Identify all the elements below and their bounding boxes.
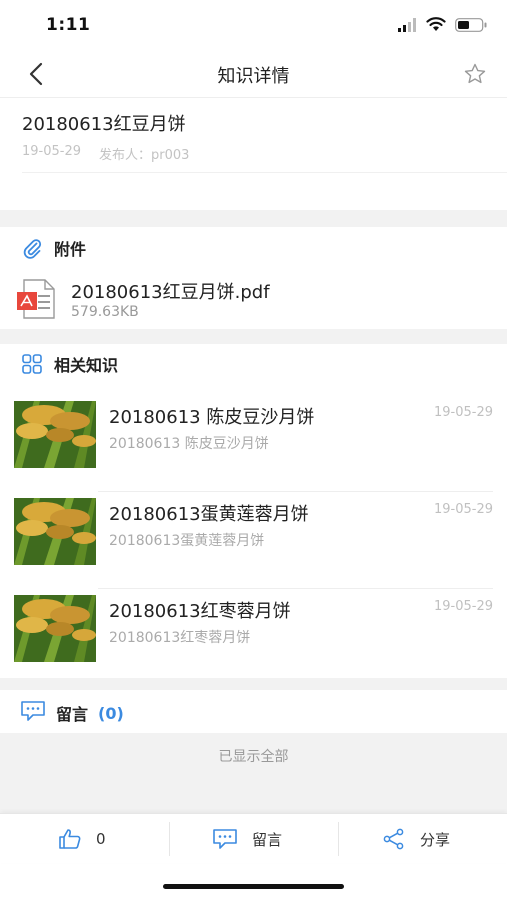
related-title: 20180613红枣蓉月饼 [109,601,291,622]
attachments-header: 附件 [20,236,86,260]
grid-icon [20,352,44,376]
related-subtitle: 20180613红枣蓉月饼 [109,630,251,646]
divider [338,822,339,856]
related-date: 19-05-29 [433,599,493,614]
thumbs-up-icon [59,829,81,849]
attachment-name: 20180613红豆月饼.pdf [71,282,270,303]
related-header: 相关知识 [20,352,118,376]
pdf-icon [17,279,55,319]
related-date: 19-05-29 [433,502,493,517]
related-subtitle: 20180613 陈皮豆沙月饼 [109,436,269,452]
star-icon [464,63,486,84]
share-icon [383,828,404,850]
comments-heading: 留言 [56,705,89,724]
related-item[interactable]: 20180613蛋黄莲蓉月饼 20180613蛋黄莲蓉月饼 19-05-29 [0,492,507,589]
related-thumbnail [14,595,96,662]
related-date: 19-05-29 [433,405,493,420]
signal-icon [398,18,416,32]
related-item[interactable]: 20180613红枣蓉月饼 20180613红枣蓉月饼 19-05-29 [0,589,507,686]
attachment-size: 579.63KB [71,304,139,320]
section-gap [0,329,507,344]
section-gap [0,678,507,690]
nav-bar: 知识详情 [0,50,507,98]
wifi-icon [426,17,446,31]
share-button[interactable]: 分享 [382,814,450,864]
related-title: 20180613 陈皮豆沙月饼 [109,407,315,428]
article-publisher: 发布人：pr003 [99,148,190,163]
comment-icon [20,700,46,726]
article-date: 19-05-29 [22,144,82,159]
divider [22,172,507,173]
bottom-toolbar: 0 留言 分享 [0,813,507,863]
all-shown-text: 已显示全部 [218,749,289,765]
related-heading: 相关知识 [54,356,119,375]
related-item[interactable]: 20180613 陈皮豆沙月饼 20180613 陈皮豆沙月饼 19-05-29 [0,395,507,492]
comment-icon [213,829,237,849]
attachment-item[interactable]: 20180613红豆月饼.pdf 579.63KB [14,276,494,324]
comments-list: 已显示全部 [0,733,507,813]
page-title: 知识详情 [217,66,290,87]
attachments-heading: 附件 [54,240,87,259]
related-thumbnail [14,401,96,468]
comments-header: 留言 (0) [20,700,124,726]
comment-button[interactable]: 留言 [212,814,282,864]
section-gap [0,210,507,227]
article-meta: 19-05-29 发布人：pr003 [22,144,189,163]
related-subtitle: 20180613蛋黄莲蓉月饼 [109,533,265,549]
comment-button-label: 留言 [252,830,283,849]
paperclip-icon [20,236,44,260]
share-button-label: 分享 [420,830,451,849]
status-time: 1:11 [46,15,91,35]
related-title: 20180613蛋黄莲蓉月饼 [109,504,309,525]
favorite-button[interactable] [461,60,489,88]
comment-count: (0) [98,703,124,723]
article-title: 20180613红豆月饼 [22,114,186,135]
related-thumbnail [14,498,96,565]
status-bar: 1:11 [0,0,507,50]
like-button[interactable]: 0 [58,814,106,864]
divider [169,822,170,856]
like-count: 0 [96,830,106,848]
home-indicator [163,884,344,889]
battery-icon [455,18,487,32]
